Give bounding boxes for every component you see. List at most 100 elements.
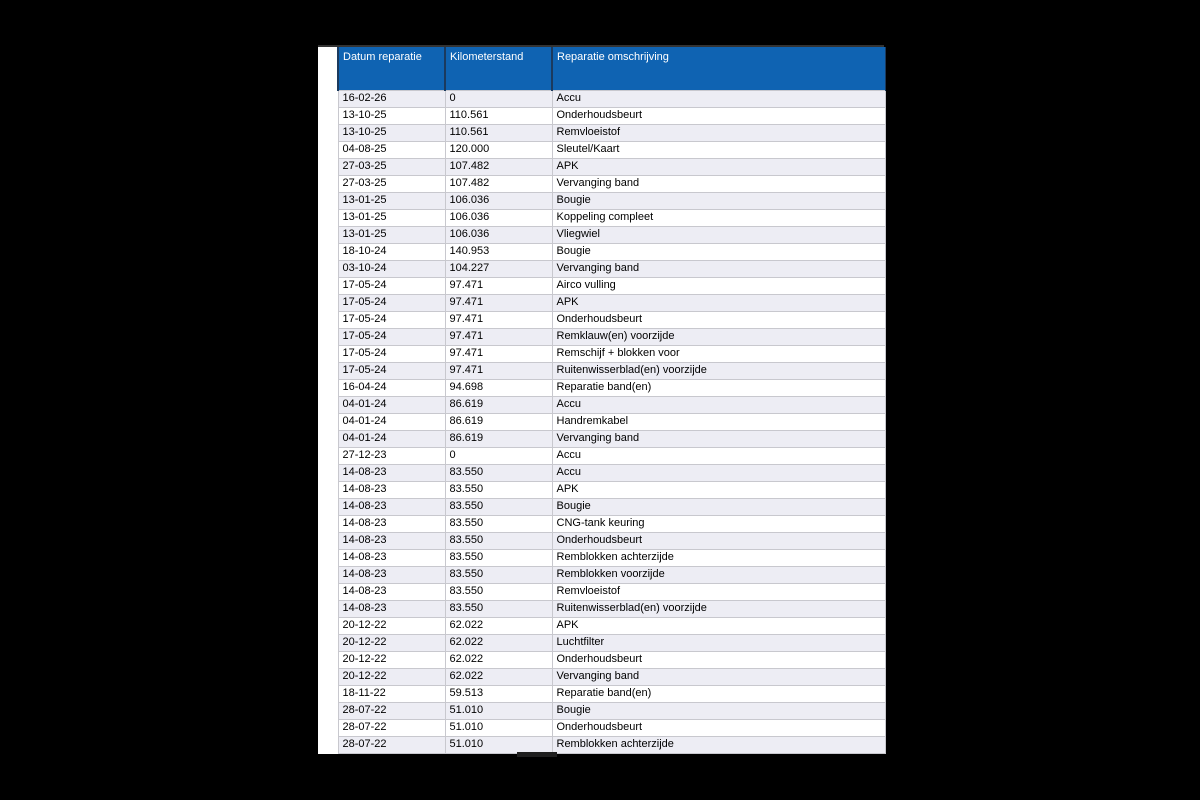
- cell-kilometerstand: 83.550: [445, 549, 552, 566]
- cell-kilometerstand: 97.471: [445, 362, 552, 379]
- page-left-margin: [318, 47, 337, 754]
- cell-kilometerstand: 106.036: [445, 209, 552, 226]
- column-header-kilometerstand: Kilometerstand: [445, 47, 552, 90]
- table-row: 04-01-2486.619Vervanging band: [338, 430, 885, 447]
- cell-datum-reparatie: 13-01-25: [338, 209, 445, 226]
- table-row: 14-08-2383.550Remblokken achterzijde: [338, 549, 885, 566]
- cell-datum-reparatie: 17-05-24: [338, 362, 445, 379]
- cell-datum-reparatie: 27-12-23: [338, 447, 445, 464]
- cell-kilometerstand: 106.036: [445, 192, 552, 209]
- cell-kilometerstand: 107.482: [445, 175, 552, 192]
- cell-reparatie-omschrijving: Accu: [552, 464, 885, 481]
- cell-kilometerstand: 94.698: [445, 379, 552, 396]
- cell-kilometerstand: 83.550: [445, 464, 552, 481]
- cell-datum-reparatie: 14-08-23: [338, 549, 445, 566]
- cell-reparatie-omschrijving: Remblokken achterzijde: [552, 549, 885, 566]
- cell-reparatie-omschrijving: APK: [552, 294, 885, 311]
- cell-datum-reparatie: 14-08-23: [338, 515, 445, 532]
- cell-reparatie-omschrijving: Vervanging band: [552, 668, 885, 685]
- cell-kilometerstand: 83.550: [445, 498, 552, 515]
- cell-reparatie-omschrijving: Remklauw(en) voorzijde: [552, 328, 885, 345]
- cell-datum-reparatie: 13-01-25: [338, 226, 445, 243]
- table-row: 27-03-25107.482Vervanging band: [338, 175, 885, 192]
- cell-reparatie-omschrijving: Reparatie band(en): [552, 685, 885, 702]
- cell-datum-reparatie: 20-12-22: [338, 634, 445, 651]
- table-row: 16-02-260Accu: [338, 90, 885, 107]
- table-row: 14-08-2383.550Ruitenwisserblad(en) voorz…: [338, 600, 885, 617]
- cell-reparatie-omschrijving: Reparatie band(en): [552, 379, 885, 396]
- table-row: 28-07-2251.010Bougie: [338, 702, 885, 719]
- table-row: 13-10-25110.561Remvloeistof: [338, 124, 885, 141]
- table-row: 20-12-2262.022Onderhoudsbeurt: [338, 651, 885, 668]
- cell-reparatie-omschrijving: APK: [552, 158, 885, 175]
- cell-datum-reparatie: 17-05-24: [338, 311, 445, 328]
- cell-kilometerstand: 83.550: [445, 566, 552, 583]
- cell-kilometerstand: 83.550: [445, 515, 552, 532]
- cell-kilometerstand: 97.471: [445, 345, 552, 362]
- table-row: 20-12-2262.022Vervanging band: [338, 668, 885, 685]
- cell-datum-reparatie: 14-08-23: [338, 583, 445, 600]
- table-body: 16-02-260Accu13-10-25110.561Onderhoudsbe…: [338, 90, 885, 753]
- cell-datum-reparatie: 20-12-22: [338, 668, 445, 685]
- cell-reparatie-omschrijving: Remvloeistof: [552, 583, 885, 600]
- table-row: 18-10-24140.953Bougie: [338, 243, 885, 260]
- table-row: 17-05-2497.471Remschijf + blokken voor: [338, 345, 885, 362]
- cell-reparatie-omschrijving: Remblokken achterzijde: [552, 736, 885, 753]
- cell-kilometerstand: 104.227: [445, 260, 552, 277]
- cell-kilometerstand: 97.471: [445, 311, 552, 328]
- table-row: 14-08-2383.550Remblokken voorzijde: [338, 566, 885, 583]
- cell-datum-reparatie: 20-12-22: [338, 617, 445, 634]
- cell-reparatie-omschrijving: Vervanging band: [552, 430, 885, 447]
- cell-datum-reparatie: 27-03-25: [338, 175, 445, 192]
- cell-reparatie-omschrijving: Onderhoudsbeurt: [552, 107, 885, 124]
- table-row: 04-01-2486.619Handremkabel: [338, 413, 885, 430]
- table-row: 28-07-2251.010Remblokken achterzijde: [338, 736, 885, 753]
- cell-reparatie-omschrijving: Accu: [552, 90, 885, 107]
- cell-datum-reparatie: 04-01-24: [338, 396, 445, 413]
- table-row: 16-04-2494.698Reparatie band(en): [338, 379, 885, 396]
- cell-kilometerstand: 59.513: [445, 685, 552, 702]
- cell-datum-reparatie: 16-02-26: [338, 90, 445, 107]
- report-page: Datum reparatie Kilometerstand Reparatie…: [318, 45, 884, 754]
- table-row: 13-10-25110.561Onderhoudsbeurt: [338, 107, 885, 124]
- cell-datum-reparatie: 03-10-24: [338, 260, 445, 277]
- cell-datum-reparatie: 04-08-25: [338, 141, 445, 158]
- cell-datum-reparatie: 14-08-23: [338, 600, 445, 617]
- cell-kilometerstand: 120.000: [445, 141, 552, 158]
- cell-datum-reparatie: 28-07-22: [338, 702, 445, 719]
- cell-reparatie-omschrijving: Bougie: [552, 192, 885, 209]
- table-row: 27-03-25107.482APK: [338, 158, 885, 175]
- table-row: 13-01-25106.036Koppeling compleet: [338, 209, 885, 226]
- column-header-datum-reparatie: Datum reparatie: [338, 47, 445, 90]
- cell-datum-reparatie: 14-08-23: [338, 532, 445, 549]
- cell-kilometerstand: 51.010: [445, 702, 552, 719]
- cell-reparatie-omschrijving: Remvloeistof: [552, 124, 885, 141]
- cell-datum-reparatie: 04-01-24: [338, 413, 445, 430]
- cell-kilometerstand: 0: [445, 90, 552, 107]
- table-row: 13-01-25106.036Bougie: [338, 192, 885, 209]
- cell-datum-reparatie: 17-05-24: [338, 345, 445, 362]
- cell-reparatie-omschrijving: Bougie: [552, 498, 885, 515]
- cell-kilometerstand: 110.561: [445, 124, 552, 141]
- cell-kilometerstand: 97.471: [445, 294, 552, 311]
- desktop-background: Datum reparatie Kilometerstand Reparatie…: [0, 0, 1200, 800]
- table-row: 14-08-2383.550Accu: [338, 464, 885, 481]
- cell-datum-reparatie: 17-05-24: [338, 294, 445, 311]
- maintenance-history-table: Datum reparatie Kilometerstand Reparatie…: [337, 47, 884, 754]
- cell-kilometerstand: 86.619: [445, 413, 552, 430]
- table-row: 17-05-2497.471APK: [338, 294, 885, 311]
- table-row: 14-08-2383.550Bougie: [338, 498, 885, 515]
- table-row: 04-01-2486.619Accu: [338, 396, 885, 413]
- repair-history-grid: Datum reparatie Kilometerstand Reparatie…: [337, 47, 886, 754]
- cell-datum-reparatie: 14-08-23: [338, 566, 445, 583]
- cell-datum-reparatie: 13-01-25: [338, 192, 445, 209]
- cell-kilometerstand: 83.550: [445, 532, 552, 549]
- cell-kilometerstand: 62.022: [445, 651, 552, 668]
- cell-reparatie-omschrijving: Airco vulling: [552, 277, 885, 294]
- cell-kilometerstand: 83.550: [445, 600, 552, 617]
- cell-datum-reparatie: 18-10-24: [338, 243, 445, 260]
- table-row: 13-01-25106.036Vliegwiel: [338, 226, 885, 243]
- cell-kilometerstand: 140.953: [445, 243, 552, 260]
- cell-kilometerstand: 62.022: [445, 617, 552, 634]
- cell-reparatie-omschrijving: Onderhoudsbeurt: [552, 532, 885, 549]
